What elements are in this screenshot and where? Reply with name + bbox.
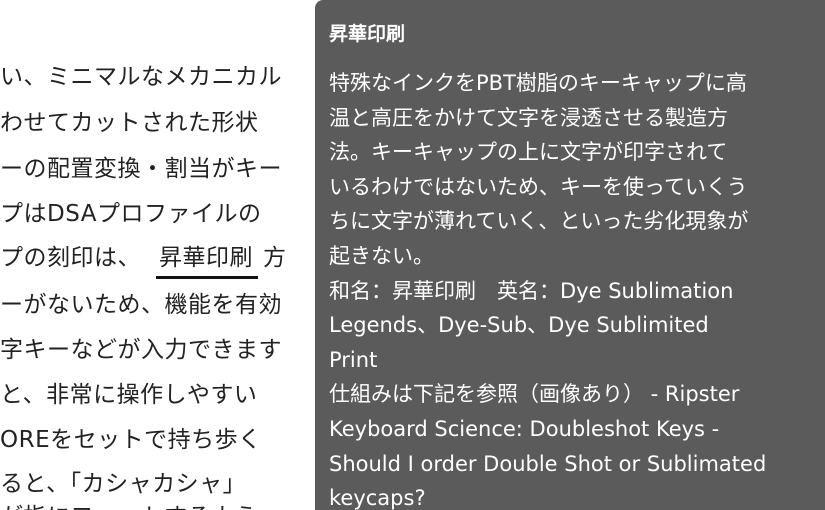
tooltip-line: Legends、Dye-Sub、Dye Sublimited xyxy=(329,313,709,338)
article-line: と、非常に操作しやすい xyxy=(0,382,258,408)
article-line: い、ミニマルなメカニカル xyxy=(0,64,282,90)
article-line: わせてカットされた形状 xyxy=(0,110,259,136)
article-line: ーの配置変換・割当がキー xyxy=(0,156,282,182)
tooltip-line: いるわけではないため、キーを使っていくう xyxy=(329,174,748,199)
article-line: ーがないため、機能を有効 xyxy=(0,292,282,318)
tooltip-line: 温と高圧をかけて文字を浸透させる製造方 xyxy=(329,105,728,130)
tooltip-line: 法。キーキャップの上に文字が印字されて xyxy=(329,140,728,165)
article-line: 字キーなどが入力できます xyxy=(0,337,282,363)
article-line-with-term: プの刻印は、 昇華印刷方 xyxy=(0,243,287,279)
tooltip-reference: 仕組みは下記を参照（画像あり） - Ripster Keyboard Scien… xyxy=(329,377,815,510)
tooltip-line: 特殊なインクをPBT樹脂のキーキャップに高 xyxy=(329,71,747,95)
article-line-text: プの刻印は、 xyxy=(0,245,141,271)
article-line: OREをセットで持ち歩く xyxy=(0,427,262,453)
tooltip-body: 特殊なインクをPBT樹脂のキーキャップに高 温と高圧をかけて文字を浸透させる製造… xyxy=(329,66,815,510)
tooltip-reference-link[interactable]: keycaps? xyxy=(329,481,815,510)
glossary-term-link[interactable]: 昇華印刷 xyxy=(156,243,258,279)
tooltip-line: Print xyxy=(329,347,378,372)
article-line: ると、「カシャカシャ」 xyxy=(0,471,247,497)
tooltip-line: 仕組みは下記を参照（画像あり） - Ripster xyxy=(329,382,740,407)
tooltip-description: 特殊なインクをPBT樹脂のキーキャップに高 温と高圧をかけて文字を浸透させる製造… xyxy=(329,66,815,274)
tooltip-reference-link[interactable]: Keyboard Science: Doubleshot Keys - xyxy=(329,412,815,447)
article-line: が指にフィットするよう xyxy=(0,502,258,510)
article-line-text: 方 xyxy=(263,245,287,271)
article-line: プはDSAプロファイルの xyxy=(0,201,262,227)
tooltip-line: 起きない。 xyxy=(329,243,434,268)
tooltip-title: 昇華印刷 xyxy=(329,23,406,45)
glossary-tooltip: 昇華印刷 特殊なインクをPBT樹脂のキーキャップに高 温と高圧をかけて文字を浸透… xyxy=(315,0,825,510)
tooltip-names: 和名：昇華印刷 英名：Dye Sublimation Legends、Dye-S… xyxy=(329,274,815,378)
tooltip-reference-link[interactable]: Should I order Double Shot or Sublimated xyxy=(329,447,815,482)
tooltip-line: 和名：昇華印刷 英名：Dye Sublimation xyxy=(329,278,734,303)
tooltip-line: ちに文字が薄れていく、といった劣化現象が xyxy=(329,209,749,234)
